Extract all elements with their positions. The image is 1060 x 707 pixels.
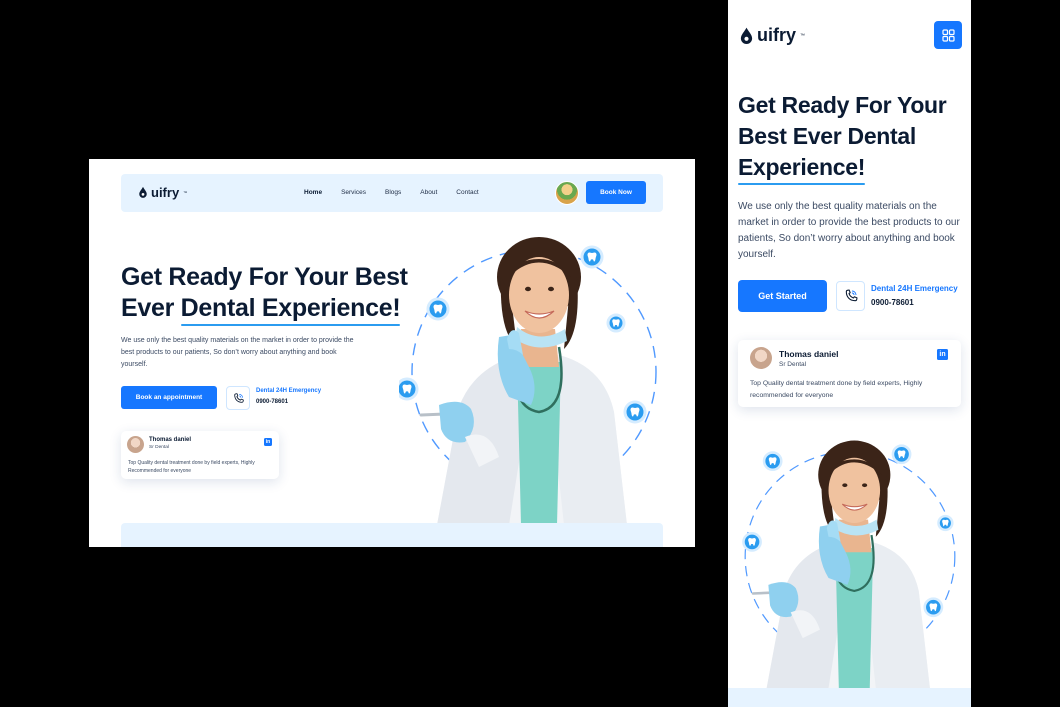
brand-logo[interactable]: uifry ™	[138, 185, 187, 200]
mobile-preview: uifry ™ Get Ready For Your Best Ever Dent…	[728, 0, 971, 707]
doctor-hero-image-mobile	[742, 432, 966, 688]
screen: uifry ™ Home Services Blogs About Contact…	[0, 0, 1060, 707]
mobile-menu-button[interactable]	[934, 21, 962, 49]
hero-paragraph-mobile: We use only the best quality materials o…	[738, 201, 960, 260]
testimonial-text-mobile: Top Quality dental treatment done by fie…	[750, 380, 923, 399]
hero-heading-mobile-highlight: Experience!	[738, 152, 865, 185]
hero-heading-mobile: Get Ready For Your Best Ever Dental Expe…	[738, 90, 966, 185]
next-section-preview-mobile	[728, 688, 971, 707]
emergency-label-mobile: Dental 24H Emergency	[871, 284, 958, 293]
tooth-icon	[606, 313, 626, 333]
emergency-label: Dental 24H Emergency	[256, 388, 322, 394]
testimonial-role: Sr Dental	[149, 445, 169, 450]
user-avatar[interactable]	[555, 181, 579, 205]
hero-heading-line1: Get Ready For Your Best	[121, 263, 408, 291]
tooth-icon	[580, 245, 604, 269]
drop-logo-icon	[739, 26, 754, 46]
emergency-phone-number-mobile[interactable]: 0900-78601	[871, 298, 914, 307]
linkedin-icon[interactable]: in	[937, 349, 948, 360]
hero-heading-mobile-line2: Best Ever Dental	[738, 123, 916, 149]
phone-icon	[232, 392, 245, 405]
emergency-phone-button-mobile[interactable]	[836, 281, 865, 311]
nav-item-home[interactable]: Home	[304, 189, 322, 196]
get-started-button[interactable]: Get Started	[738, 280, 827, 312]
tooth-icon	[399, 377, 419, 401]
brand-trademark: ™	[183, 190, 188, 195]
emergency-phone-number[interactable]: 0900-78601	[256, 399, 288, 405]
nav-item-contact[interactable]: Contact	[456, 189, 478, 196]
tooth-icon	[762, 451, 783, 472]
testimonial-name-mobile: Thomas daniel	[779, 349, 839, 359]
tooth-icon	[623, 400, 647, 424]
tooth-icon	[923, 597, 944, 618]
testimonial-avatar-mobile	[750, 347, 772, 369]
hero-heading-highlight: Dental Experience!	[180, 294, 401, 326]
nav-item-services[interactable]: Services	[341, 189, 366, 196]
brand-logo-mobile[interactable]: uifry ™	[739, 25, 805, 46]
tooth-icon	[742, 532, 762, 552]
book-now-button[interactable]: Book Now	[586, 181, 646, 204]
nav-menu: Home Services Blogs About Contact	[304, 189, 479, 196]
testimonial-card-mobile: Thomas daniel Sr Dental in Top Quality d…	[738, 340, 961, 407]
hero-heading: Get Ready For Your Best Ever Dental Expe…	[121, 262, 421, 326]
grid-menu-icon	[941, 28, 955, 42]
testimonial-name: Thomas daniel	[149, 437, 192, 443]
brand-trademark-mobile: ™	[800, 32, 806, 39]
drop-logo-icon	[138, 186, 148, 199]
emergency-phone-button[interactable]	[226, 386, 250, 410]
testimonial-card: Thomas daniel Sr Dental in Top Quality d…	[121, 431, 279, 479]
phone-icon	[843, 288, 859, 304]
testimonial-role-mobile: Sr Dental	[779, 361, 807, 368]
doctor-hero-image	[399, 237, 669, 525]
tooth-icon	[891, 444, 912, 465]
tooth-icon	[426, 297, 450, 321]
desktop-preview: uifry ™ Home Services Blogs About Contact…	[89, 159, 695, 547]
hero-heading-pre: Ever	[121, 294, 175, 322]
testimonial-text: Top Quality dental treatment done by fie…	[128, 460, 255, 474]
testimonial-avatar	[127, 436, 144, 453]
nav-item-blogs[interactable]: Blogs	[385, 189, 401, 196]
hero-paragraph: We use only the best quality materials o…	[121, 337, 354, 368]
desktop-navbar: uifry ™ Home Services Blogs About Contact…	[121, 174, 663, 212]
linkedin-icon[interactable]: in	[264, 438, 272, 446]
book-appointment-button[interactable]: Book an appointment	[121, 386, 217, 409]
nav-item-about[interactable]: About	[420, 189, 437, 196]
hero-heading-mobile-line1: Get Ready For Your	[738, 92, 947, 118]
next-section-preview	[121, 523, 663, 547]
tooth-icon	[937, 514, 954, 532]
brand-name: uifry	[151, 185, 180, 200]
brand-name-mobile: uifry	[757, 25, 797, 45]
